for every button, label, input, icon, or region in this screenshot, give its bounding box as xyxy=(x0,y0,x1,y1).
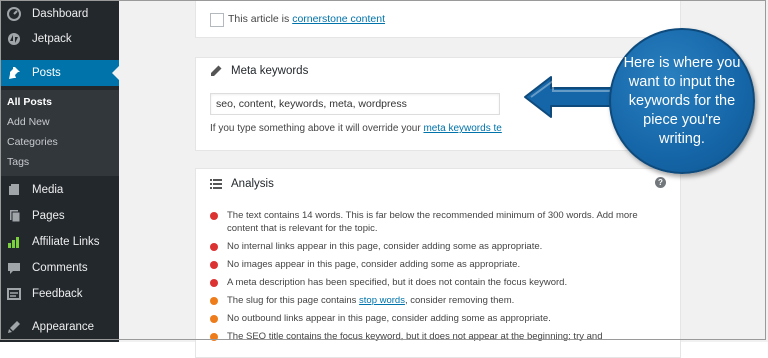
sidebar-item-pages[interactable]: Pages xyxy=(0,203,119,229)
sidebar-item-feedback[interactable]: Feedback xyxy=(0,281,119,307)
analysis-heading: Analysis xyxy=(210,178,274,190)
sidebar-item-label: Dashboard xyxy=(32,8,89,20)
meta-keywords-input[interactable] xyxy=(210,93,500,115)
analysis-result-text: A meta description has been specified, b… xyxy=(227,277,568,288)
help-icon[interactable]: ? xyxy=(655,177,666,188)
analysis-title: Analysis xyxy=(231,178,274,190)
red-bullet-icon xyxy=(210,261,218,269)
sidebar-item-media[interactable]: Media xyxy=(0,177,119,203)
stop-words-link[interactable]: stop words xyxy=(359,295,405,306)
meta-keywords-template-link[interactable]: meta keywords te xyxy=(423,123,501,134)
sidebar-item-label: Jetpack xyxy=(32,33,72,45)
orange-bullet-icon xyxy=(210,315,218,323)
submenu-item-tags[interactable]: Tags xyxy=(7,156,29,168)
sidebar-item-label: Affiliate Links xyxy=(32,236,100,248)
sidebar-item-comments[interactable]: Comments xyxy=(0,255,119,281)
cornerstone-label: This article is cornerstone content xyxy=(228,13,385,25)
sidebar-item-dashboard[interactable]: Dashboard xyxy=(0,1,119,27)
analysis-result-text: No images appear in this page, consider … xyxy=(227,259,521,270)
sidebar-item-label: Pages xyxy=(32,210,65,222)
meta-keywords-heading: Meta keywords xyxy=(210,65,308,77)
meta-keywords-note: If you type something above it will over… xyxy=(210,123,502,134)
analysis-result-text: No internal links appear in this page, c… xyxy=(227,241,543,252)
callout-arrow-icon xyxy=(524,76,622,118)
cornerstone-box: This article is cornerstone content xyxy=(195,0,681,38)
cornerstone-text: This article is xyxy=(228,13,290,25)
affiliate-links-icon xyxy=(7,235,21,249)
sidebar-item-posts[interactable]: Posts xyxy=(0,60,119,86)
sidebar-item-label: Posts xyxy=(32,67,61,79)
sidebar-item-appearance[interactable]: Appearance xyxy=(0,314,119,340)
analysis-result: No images appear in this page, consider … xyxy=(210,258,650,271)
submenu-item-categories[interactable]: Categories xyxy=(7,136,58,148)
analysis-result-text: No outbound links appear in this page, c… xyxy=(227,313,551,324)
media-icon xyxy=(7,183,21,197)
posts-submenu: All Posts Add New Categories Tags xyxy=(0,90,119,176)
orange-bullet-icon xyxy=(210,297,218,305)
analysis-result-text: The SEO title contains the focus keyword… xyxy=(227,331,603,342)
jetpack-icon xyxy=(7,32,21,46)
red-bullet-icon xyxy=(210,212,218,220)
cornerstone-link[interactable]: cornerstone content xyxy=(292,13,385,25)
submenu-item-all-posts[interactable]: All Posts xyxy=(7,96,52,108)
meta-keywords-title: Meta keywords xyxy=(231,65,309,77)
analysis-result: No internal links appear in this page, c… xyxy=(210,240,650,253)
orange-bullet-icon xyxy=(210,333,218,341)
analysis-result: No outbound links appear in this page, c… xyxy=(210,312,650,325)
sidebar-item-affiliate-links[interactable]: Affiliate Links xyxy=(0,229,119,255)
analysis-result: A meta description has been specified, b… xyxy=(210,276,650,289)
red-bullet-icon xyxy=(210,279,218,287)
red-bullet-icon xyxy=(210,243,218,251)
sidebar-item-label: Feedback xyxy=(32,288,83,300)
sidebar-item-label: Media xyxy=(32,184,64,196)
analysis-result-text: The text contains 14 words. This is far … xyxy=(227,210,638,234)
sidebar-item-label: Appearance xyxy=(32,321,95,333)
pencil-icon xyxy=(211,65,222,76)
submenu-item-add-new[interactable]: Add New xyxy=(7,116,50,128)
feedback-icon xyxy=(7,287,21,301)
callout-bubble: Here is where you want to input the keyw… xyxy=(609,28,755,174)
analysis-result: The text contains 14 words. This is far … xyxy=(210,209,650,235)
admin-sidebar: Dashboard Jetpack Posts All Posts Add Ne… xyxy=(0,0,119,342)
callout-text: Here is where you want to input the keyw… xyxy=(623,54,741,147)
analysis-result: The SEO title contains the focus keyword… xyxy=(210,330,650,343)
analysis-result-text: The slug for this page contains stop wor… xyxy=(227,294,650,307)
editor-content: This article is cornerstone content Meta… xyxy=(119,0,768,358)
analysis-box: Analysis ? The text contains 14 words. T… xyxy=(195,168,681,358)
comments-icon xyxy=(7,261,21,275)
list-icon xyxy=(210,179,222,189)
result-text-after: , consider removing them. xyxy=(404,295,515,306)
pages-icon xyxy=(7,209,21,223)
result-text-before: The slug for this page contains xyxy=(227,295,357,306)
cornerstone-checkbox[interactable] xyxy=(210,13,224,27)
pin-icon xyxy=(7,66,21,80)
analysis-result: The slug for this page contains stop wor… xyxy=(210,294,650,307)
appearance-icon xyxy=(7,320,21,334)
sidebar-item-label: Comments xyxy=(32,262,88,274)
sidebar-item-jetpack[interactable]: Jetpack xyxy=(0,26,119,52)
dashboard-icon xyxy=(7,7,21,21)
meta-keywords-note-text: If you type something above it will over… xyxy=(210,123,421,134)
